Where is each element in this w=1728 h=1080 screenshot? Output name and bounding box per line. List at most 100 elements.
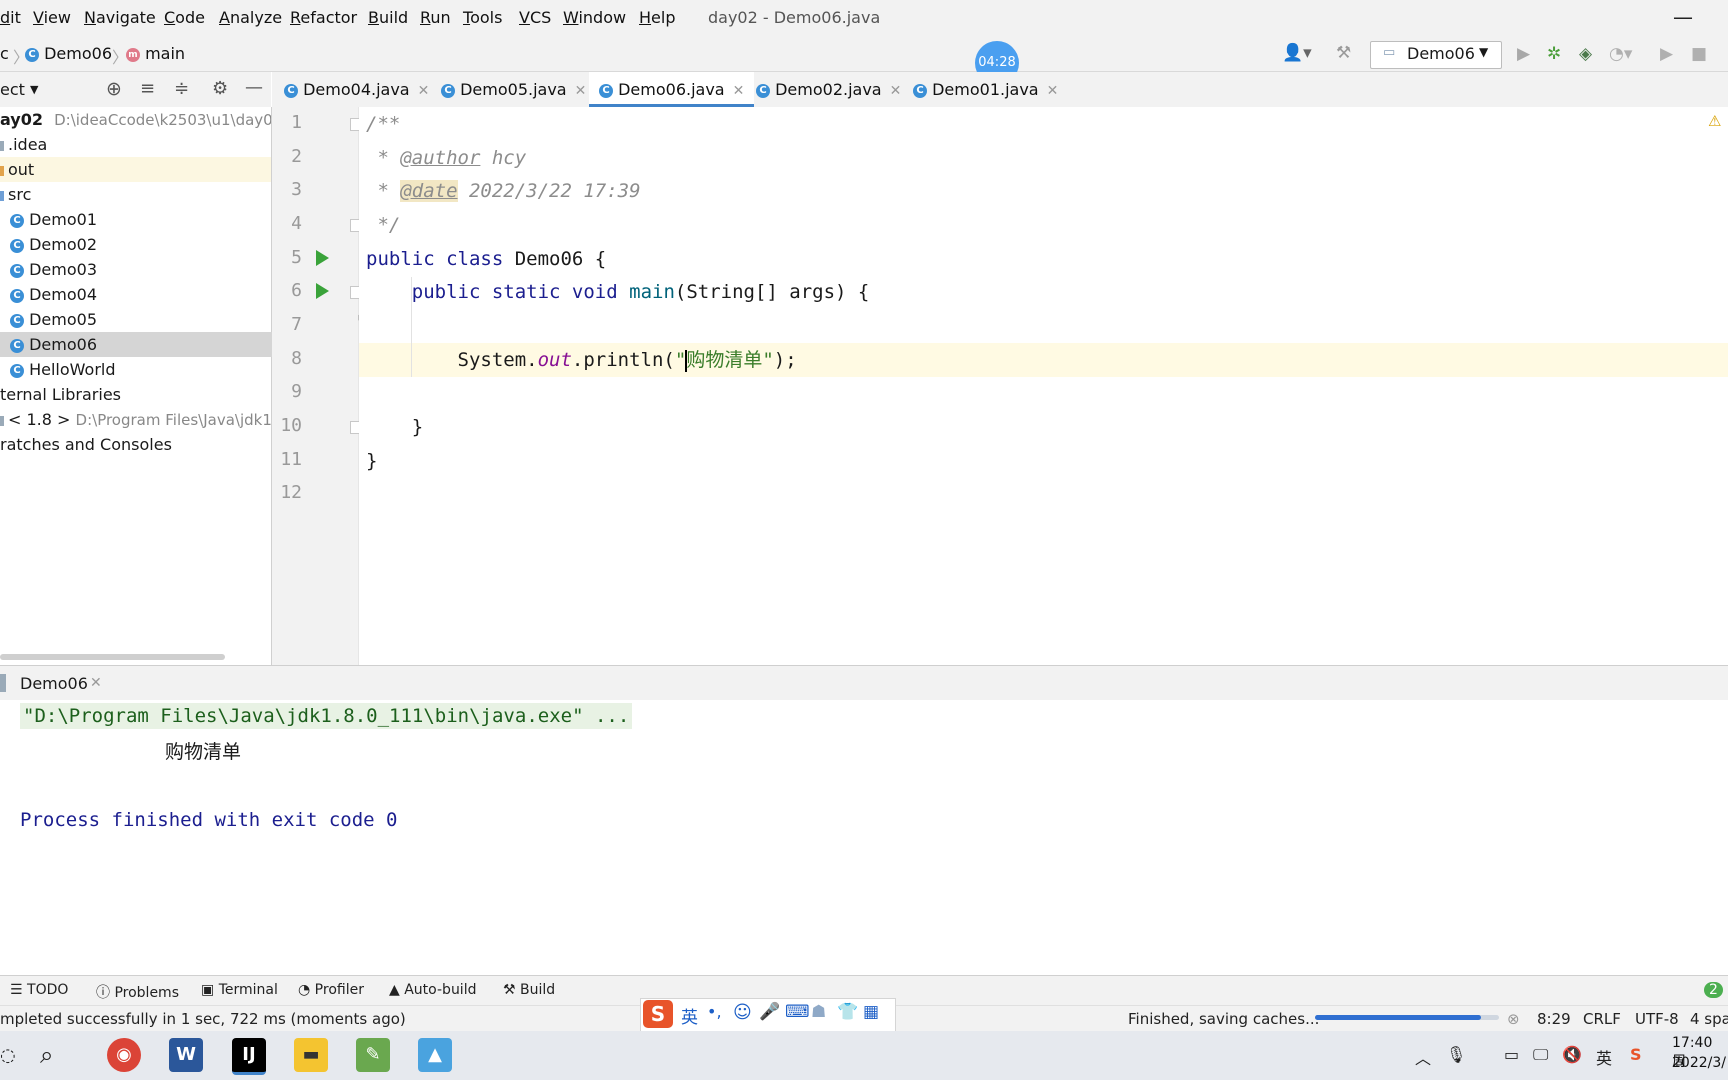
event-log-badge[interactable]: 2 bbox=[1704, 982, 1723, 998]
coverage-icon[interactable]: ◈ bbox=[1579, 44, 1592, 64]
stop-icon[interactable]: ■ bbox=[1691, 44, 1707, 64]
skin-shirt-icon[interactable]: 👕 bbox=[837, 1002, 858, 1022]
code-editor[interactable]: /** * @author hcy * @date 2022/3/22 17:3… bbox=[359, 107, 1728, 665]
tree-item-src[interactable]: src bbox=[0, 182, 271, 207]
battery-icon[interactable]: ▭ bbox=[1504, 1045, 1519, 1064]
run-icon[interactable]: ▶ bbox=[1517, 44, 1530, 64]
toolbox-grid-icon[interactable]: ▦ bbox=[863, 1002, 879, 1022]
tree-item-demo04[interactable]: C Demo04 bbox=[0, 282, 281, 307]
network-icon[interactable]: 🖵 bbox=[1533, 1045, 1548, 1065]
tool-tab-build[interactable]: ⚒ Build bbox=[503, 982, 555, 998]
menu-refactor[interactable]: Refactor bbox=[290, 8, 357, 27]
warning-icon[interactable]: ⚠ bbox=[1708, 112, 1721, 130]
build-hammer-icon[interactable]: ⚒ bbox=[1336, 43, 1351, 63]
menu-tools[interactable]: Tools bbox=[463, 8, 502, 27]
vcs-user-icon[interactable]: 👤▾ bbox=[1282, 43, 1312, 63]
tree-item-external-libraries[interactable]: ternal Libraries bbox=[0, 382, 271, 407]
tree-item-demo02[interactable]: C Demo02 bbox=[0, 232, 281, 257]
tool-tab-profiler[interactable]: ◔ Profiler bbox=[298, 982, 364, 998]
locate-icon[interactable]: ⊕ bbox=[106, 78, 122, 100]
close-icon[interactable]: ✕ bbox=[90, 675, 102, 691]
horizontal-scrollbar[interactable] bbox=[0, 654, 225, 660]
input-language[interactable]: 英 bbox=[1596, 1045, 1612, 1069]
breadcrumb-root[interactable]: c bbox=[0, 44, 9, 63]
start-partial-icon[interactable]: ◌ bbox=[0, 1045, 16, 1066]
debug-icon[interactable]: ✲ bbox=[1547, 44, 1561, 64]
line-separator[interactable]: CRLF bbox=[1583, 1010, 1621, 1028]
close-icon[interactable]: ✕ bbox=[1047, 83, 1059, 99]
word-icon[interactable]: W bbox=[169, 1038, 203, 1072]
tree-item-demo06[interactable]: C Demo06 bbox=[0, 332, 281, 357]
cancel-task-icon[interactable]: ⊗ bbox=[1507, 1010, 1520, 1028]
chevron-down-icon[interactable]: ▼ bbox=[30, 83, 38, 96]
menu-build[interactable]: Build bbox=[368, 8, 408, 27]
clock-date[interactable]: 2022/3/ bbox=[1672, 1055, 1726, 1071]
ime-punctuation[interactable]: •, bbox=[707, 1002, 722, 1021]
menu-code[interactable]: Code bbox=[164, 8, 205, 27]
sogou-tray-icon[interactable]: S bbox=[1630, 1045, 1642, 1064]
tree-root[interactable]: ay02 D:\ideaCcode\k2503\u1\day02 bbox=[0, 107, 271, 132]
caret-position[interactable]: 8:29 bbox=[1537, 1010, 1571, 1028]
tool-tab-auto-build[interactable]: ▲ Auto-build bbox=[389, 982, 476, 998]
gear-icon[interactable]: ⚙ bbox=[212, 78, 228, 99]
tree-item-demo05[interactable]: C Demo05 bbox=[0, 307, 281, 332]
tree-item-idea[interactable]: .idea bbox=[0, 132, 271, 157]
tab-demo05[interactable]: C Demo05.java ✕ bbox=[441, 72, 586, 107]
resume-icon[interactable]: ▶ bbox=[1660, 44, 1673, 64]
tray-expand-icon[interactable]: ︿ bbox=[1415, 1045, 1431, 1069]
sogou-logo-icon[interactable]: S bbox=[643, 1000, 673, 1028]
file-encoding[interactable]: UTF-8 bbox=[1635, 1010, 1679, 1028]
close-icon[interactable]: ✕ bbox=[890, 83, 902, 99]
tree-item-scratches[interactable]: ratches and Consoles bbox=[0, 432, 271, 457]
menu-help[interactable]: Help bbox=[639, 8, 675, 27]
run-configuration-select[interactable]: ▭ Demo06 ▼ bbox=[1370, 41, 1502, 69]
user-icon[interactable]: ☗ bbox=[811, 1002, 826, 1022]
microphone-icon[interactable]: 🎤 bbox=[759, 1002, 780, 1022]
expand-all-icon[interactable]: ≡ bbox=[140, 78, 155, 99]
run-console[interactable]: "D:\Program Files\Java\jdk1.8.0_111\bin\… bbox=[0, 700, 1728, 975]
minimize-button[interactable]: — bbox=[1668, 2, 1698, 32]
tool-tab-terminal[interactable]: ▣ Terminal bbox=[201, 982, 278, 998]
tab-demo02[interactable]: C Demo02.java ✕ bbox=[756, 72, 901, 107]
chrome-icon[interactable]: ◉ bbox=[107, 1038, 141, 1072]
menu-analyze[interactable]: Analyze bbox=[219, 8, 282, 27]
hide-panel-icon[interactable]: — bbox=[245, 77, 263, 98]
tree-item-demo03[interactable]: C Demo03 bbox=[0, 257, 281, 282]
run-main-icon[interactable] bbox=[316, 283, 329, 299]
menu-window[interactable]: Window bbox=[563, 8, 626, 27]
notepad-icon[interactable]: ✎ bbox=[356, 1038, 390, 1072]
tool-tab-todo[interactable]: ☰ TODO bbox=[10, 982, 68, 998]
keyboard-icon[interactable]: ⌨ bbox=[785, 1002, 810, 1022]
project-view-label[interactable]: ect bbox=[0, 80, 25, 99]
indent-setting[interactable]: 4 spa bbox=[1690, 1010, 1728, 1028]
tree-item-jdk[interactable]: < 1.8 > D:\Program Files\Java\jdk1.8 bbox=[0, 407, 271, 432]
tab-demo06[interactable]: C Demo06.java ✕ bbox=[589, 72, 755, 107]
menu-view[interactable]: View bbox=[33, 8, 71, 27]
intellij-icon[interactable]: IJ bbox=[232, 1038, 266, 1075]
menu-edit[interactable]: dit bbox=[0, 8, 21, 27]
menu-vcs[interactable]: VCS bbox=[519, 8, 551, 27]
close-icon[interactable]: ✕ bbox=[418, 83, 430, 99]
tree-item-demo01[interactable]: C Demo01 bbox=[0, 207, 281, 232]
search-icon[interactable]: ⌕ bbox=[40, 1041, 53, 1069]
close-icon[interactable]: ✕ bbox=[575, 83, 587, 99]
ime-language-toggle[interactable]: 英 bbox=[681, 1003, 698, 1028]
volume-muted-icon[interactable]: 🔇 bbox=[1562, 1045, 1582, 1064]
collapse-all-icon[interactable]: ≑ bbox=[174, 78, 189, 99]
menu-run[interactable]: Run bbox=[420, 8, 451, 27]
breadcrumb-method[interactable]: m main bbox=[126, 44, 185, 63]
tree-item-out[interactable]: out bbox=[0, 157, 271, 182]
file-explorer-icon[interactable]: ▬ bbox=[294, 1038, 328, 1072]
profile-icon[interactable]: ◔▾ bbox=[1609, 44, 1632, 64]
tree-item-helloworld[interactable]: C HelloWorld bbox=[0, 357, 281, 382]
breadcrumb-file[interactable]: C Demo06 bbox=[25, 44, 112, 63]
tab-demo04[interactable]: C Demo04.java ✕ bbox=[284, 72, 429, 107]
run-class-icon[interactable] bbox=[316, 250, 329, 266]
tool-tab-problems[interactable]: ⓘ Problems bbox=[96, 982, 179, 1002]
microphone-icon[interactable]: 🎙 bbox=[1446, 1045, 1466, 1064]
close-icon[interactable]: ✕ bbox=[733, 83, 745, 99]
tab-demo01[interactable]: C Demo01.java ✕ bbox=[913, 72, 1058, 107]
emoji-icon[interactable]: ☺ bbox=[733, 1002, 752, 1023]
photos-icon[interactable]: ▲ bbox=[418, 1038, 452, 1072]
run-tab-demo06[interactable]: Demo06 bbox=[20, 674, 88, 693]
